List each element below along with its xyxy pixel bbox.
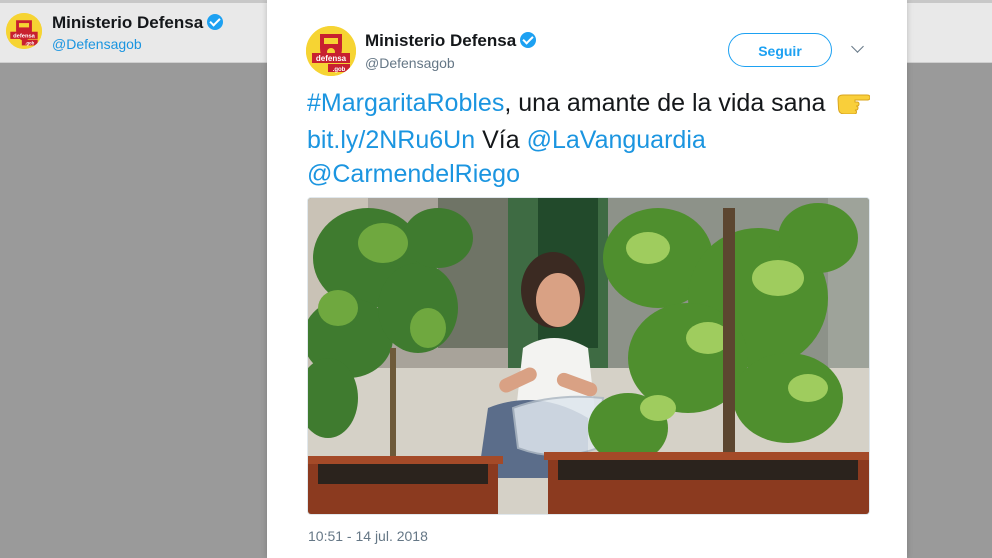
tweet-photo[interactable] xyxy=(307,197,870,515)
tweet-text-part: Vía xyxy=(475,126,527,154)
tweet-timestamp[interactable]: 10:51 - 14 jul. 2018 xyxy=(308,528,428,544)
mention-link[interactable]: @LaVanguardia xyxy=(527,126,706,154)
hashtag-link[interactable]: #MargaritaRobles xyxy=(307,89,504,117)
tweet-text-part: , una amante de la vida sana xyxy=(504,89,826,117)
verified-badge-icon xyxy=(520,32,537,48)
logo-text-gob: .gob xyxy=(333,67,346,73)
author-name[interactable]: Ministerio Defensa xyxy=(365,31,537,51)
background-profile-name-text: Ministerio Defensa xyxy=(52,13,204,32)
photo-woman-watering-plants xyxy=(308,198,869,514)
background-profile-handle[interactable]: @Defensagob xyxy=(52,36,142,52)
logo-text: defensa xyxy=(13,33,36,39)
chevron-down-icon[interactable] xyxy=(851,40,864,53)
tweet-text: #MargaritaRobles, una amante de la vida … xyxy=(307,86,877,191)
mention-link[interactable]: @CarmendelRiego xyxy=(307,160,520,188)
author-name-text: Ministerio Defensa xyxy=(365,31,517,50)
defensa-logo-icon: defensa .gob xyxy=(306,26,356,76)
follow-button[interactable]: Seguir xyxy=(728,33,832,67)
background-profile-name[interactable]: Ministerio Defensa xyxy=(52,13,224,33)
author-handle[interactable]: @Defensagob xyxy=(365,55,455,71)
tweet-card: defensa .gob Ministerio Defensa @Defensa… xyxy=(267,0,907,558)
pointing-right-hand-icon xyxy=(836,89,871,123)
verified-badge-icon xyxy=(207,14,224,30)
logo-text-gob: .gob xyxy=(25,41,34,46)
shortened-link[interactable]: bit.ly/2NRu6Un xyxy=(307,126,475,154)
background-avatar[interactable]: defensa .gob xyxy=(6,13,42,49)
defensa-logo-icon: defensa .gob xyxy=(6,13,42,49)
author-avatar[interactable]: defensa .gob xyxy=(306,26,356,76)
logo-text: defensa xyxy=(316,54,347,63)
